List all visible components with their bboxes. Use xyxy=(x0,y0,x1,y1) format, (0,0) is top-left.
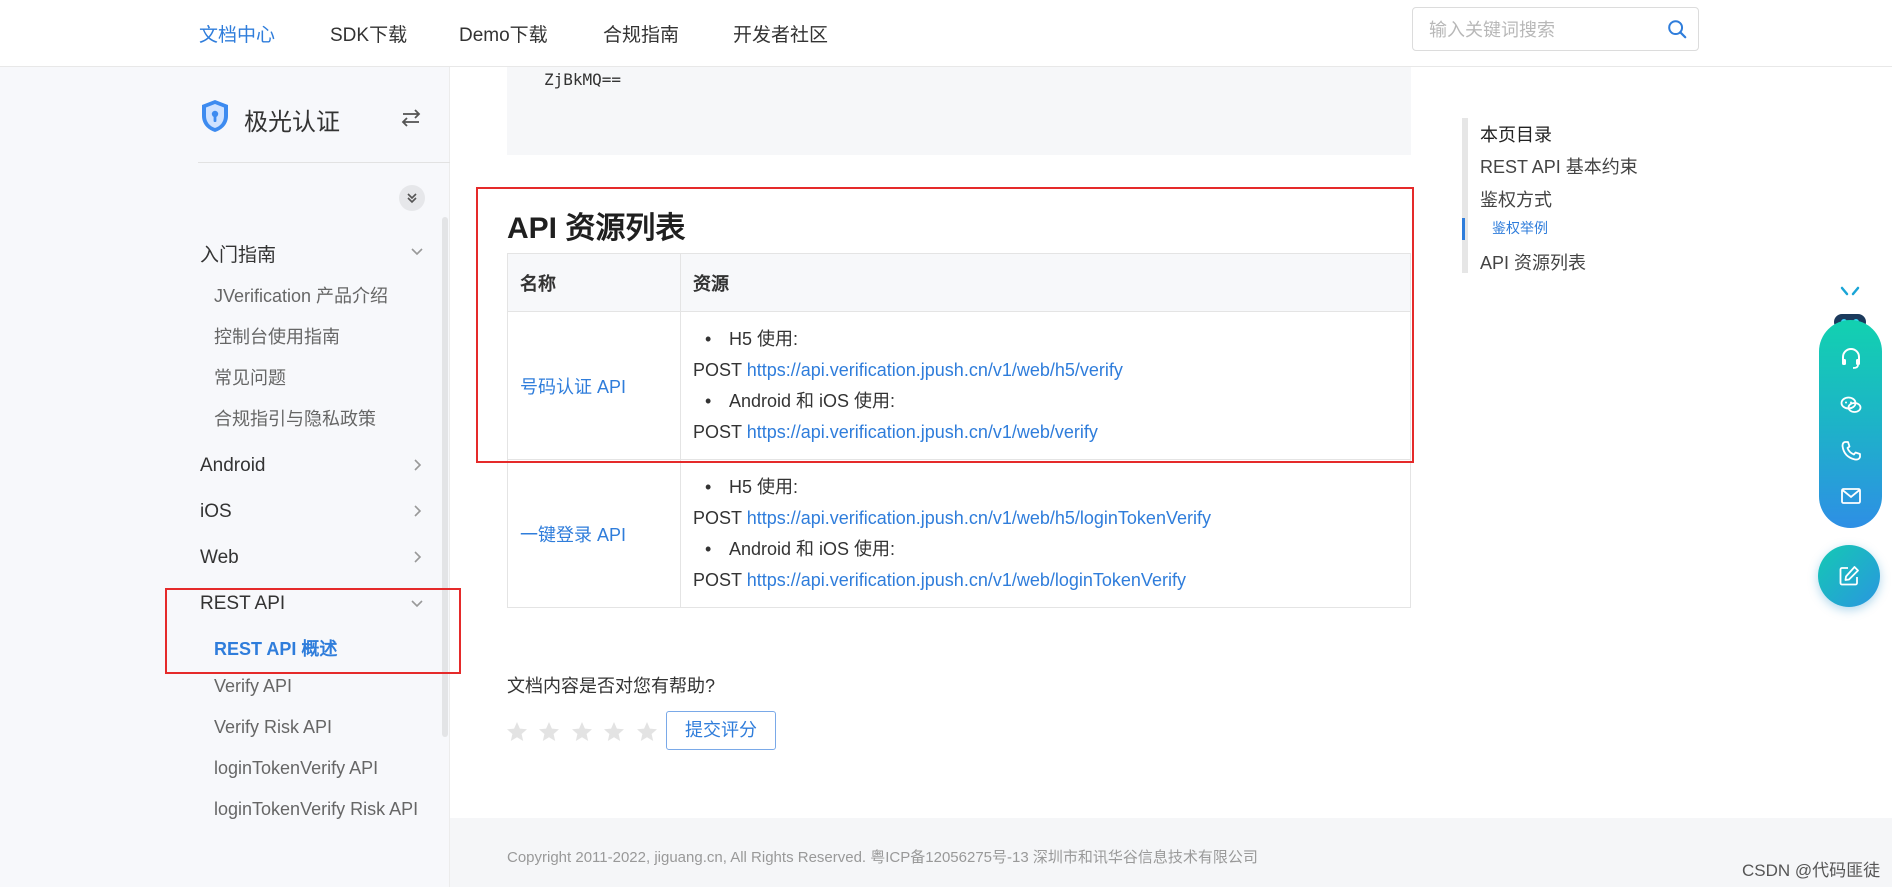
shield-logo-icon xyxy=(202,100,228,132)
chevron-right-icon[interactable] xyxy=(410,550,424,564)
star-icon[interactable] xyxy=(537,720,561,744)
endpoint-url-link[interactable]: https://api.verification.jpush.cn/v1/web… xyxy=(747,422,1098,442)
api-name-link[interactable]: 一键登录 API xyxy=(520,525,626,545)
double-chevron-down-icon xyxy=(407,193,417,204)
nav-group-web[interactable]: Web xyxy=(200,547,239,569)
nav-item-logintokenverify-risk-api[interactable]: loginTokenVerify Risk API xyxy=(214,799,418,820)
api-name-link[interactable]: 号码认证 API xyxy=(520,377,626,397)
phone-icon[interactable] xyxy=(1839,439,1863,463)
section-title: API 资源列表 xyxy=(507,212,686,245)
toc-item-auth-method[interactable]: 鉴权方式 xyxy=(1480,186,1552,212)
copyright-text: Copyright 2011-2022, jiguang.cn, All Rig… xyxy=(507,849,1258,866)
table-row: 一键登录 API H5 使用: POST https://api.verific… xyxy=(507,459,1411,608)
collapse-all-button[interactable] xyxy=(399,185,425,211)
search-input[interactable] xyxy=(1427,17,1651,43)
endpoint-url-link[interactable]: https://api.verification.jpush.cn/v1/web… xyxy=(747,570,1186,590)
column-header-name: 名称 xyxy=(507,253,681,312)
watermark-text: CSDN @代码匪徒 xyxy=(1742,861,1881,880)
nav-docs-center[interactable]: 文档中心 xyxy=(199,20,275,47)
code-text: ZjBkMQ== xyxy=(544,70,622,89)
table-cell-name: 一键登录 API xyxy=(507,459,681,608)
column-header-resource: 资源 xyxy=(680,253,1411,312)
headset-icon[interactable] xyxy=(1839,346,1863,370)
feedback-edit-button[interactable] xyxy=(1818,545,1880,607)
wechat-icon[interactable] xyxy=(1839,393,1863,417)
chevron-down-icon[interactable] xyxy=(410,596,424,610)
search-icon[interactable] xyxy=(1666,18,1688,40)
star-icon[interactable] xyxy=(635,720,659,744)
native-usage-label: Android 和 iOS 使用: xyxy=(693,534,1398,565)
nav-item-logintokenverify-api[interactable]: loginTokenVerify API xyxy=(214,758,378,779)
nav-compliance-guide[interactable]: 合规指南 xyxy=(603,20,679,47)
star-rating xyxy=(505,720,663,749)
top-nav: 文档中心 SDK下载 Demo下载 合规指南 开发者社区 xyxy=(0,0,1892,67)
toc-track xyxy=(1462,118,1468,273)
h5-endpoint: POST https://api.verification.jpush.cn/v… xyxy=(693,355,1398,386)
table-header-row: 名称 资源 xyxy=(507,253,1411,312)
toc-active-indicator xyxy=(1462,218,1465,240)
api-resource-table: 名称 资源 号码认证 API H5 使用: POST https://api.v… xyxy=(507,253,1411,608)
http-method: POST xyxy=(693,507,742,528)
sidebar: 极光认证 入门指南 JVerification 产品介绍 控制台使用指南 常见问… xyxy=(0,67,450,887)
sidebar-scrollbar[interactable] xyxy=(442,217,448,737)
product-name: 极光认证 xyxy=(244,109,340,136)
contact-widget xyxy=(1819,320,1882,528)
table-cell-resource: H5 使用: POST https://api.verification.jpu… xyxy=(680,311,1411,460)
nav-item-privacy-policy[interactable]: 合规指引与隐私政策 xyxy=(214,405,376,431)
h5-usage-label: H5 使用: xyxy=(693,324,1398,355)
http-method: POST xyxy=(693,421,742,442)
nav-item-verify-api[interactable]: Verify API xyxy=(214,676,292,697)
nav-group-ios[interactable]: iOS xyxy=(200,501,232,523)
mail-icon[interactable] xyxy=(1839,484,1863,508)
chevron-down-icon[interactable] xyxy=(410,244,424,258)
toc-item-auth-example[interactable]: 鉴权举例 xyxy=(1492,218,1548,238)
native-endpoint: POST https://api.verification.jpush.cn/v… xyxy=(693,417,1398,448)
nav-developer-community[interactable]: 开发者社区 xyxy=(733,20,828,47)
nav-group-rest-api[interactable]: REST API xyxy=(200,593,285,615)
nav-item-rest-api-overview[interactable]: REST API 概述 xyxy=(214,635,337,661)
chevron-right-icon[interactable] xyxy=(410,504,424,518)
nav-item-product-intro[interactable]: JVerification 产品介绍 xyxy=(214,282,388,308)
h5-usage-label: H5 使用: xyxy=(693,472,1398,503)
code-block: ZjBkMQ== xyxy=(507,67,1411,155)
divider xyxy=(198,162,450,163)
nav-item-faq[interactable]: 常见问题 xyxy=(214,364,286,390)
native-usage-label: Android 和 iOS 使用: xyxy=(693,386,1398,417)
nav-group-android[interactable]: Android xyxy=(200,455,266,477)
star-icon[interactable] xyxy=(602,720,626,744)
native-endpoint: POST https://api.verification.jpush.cn/v… xyxy=(693,565,1398,596)
search-box xyxy=(1412,7,1699,51)
star-icon[interactable] xyxy=(505,720,529,744)
toc-item-api-resource-list[interactable]: API 资源列表 xyxy=(1480,249,1586,275)
chevron-right-icon[interactable] xyxy=(410,458,424,472)
nav-item-console-guide[interactable]: 控制台使用指南 xyxy=(214,323,340,349)
http-method: POST xyxy=(693,359,742,380)
toc-title: 本页目录 xyxy=(1480,125,1552,145)
h5-endpoint: POST https://api.verification.jpush.cn/v… xyxy=(693,503,1398,534)
table-row: 号码认证 API H5 使用: POST https://api.verific… xyxy=(507,311,1411,460)
table-cell-name: 号码认证 API xyxy=(507,311,681,460)
endpoint-url-link[interactable]: https://api.verification.jpush.cn/v1/web… xyxy=(747,508,1211,528)
endpoint-url-link[interactable]: https://api.verification.jpush.cn/v1/web… xyxy=(747,360,1123,380)
feedback-question: 文档内容是否对您有帮助? xyxy=(507,676,716,696)
nav-group-getting-started[interactable]: 入门指南 xyxy=(200,240,276,267)
http-method: POST xyxy=(693,569,742,590)
nav-demo-download[interactable]: Demo下载 xyxy=(459,20,548,47)
table-cell-resource: H5 使用: POST https://api.verification.jpu… xyxy=(680,459,1411,608)
footer: Copyright 2011-2022, jiguang.cn, All Rig… xyxy=(450,818,1892,887)
toc-item-rest-api-constraints[interactable]: REST API 基本约束 xyxy=(1480,153,1638,179)
submit-rating-button[interactable]: 提交评分 xyxy=(666,711,776,750)
edit-icon xyxy=(1839,566,1859,586)
switch-product-icon[interactable] xyxy=(400,107,422,129)
star-icon[interactable] xyxy=(570,720,594,744)
nav-item-verify-risk-api[interactable]: Verify Risk API xyxy=(214,717,332,738)
nav-sdk-download[interactable]: SDK下载 xyxy=(330,20,407,47)
